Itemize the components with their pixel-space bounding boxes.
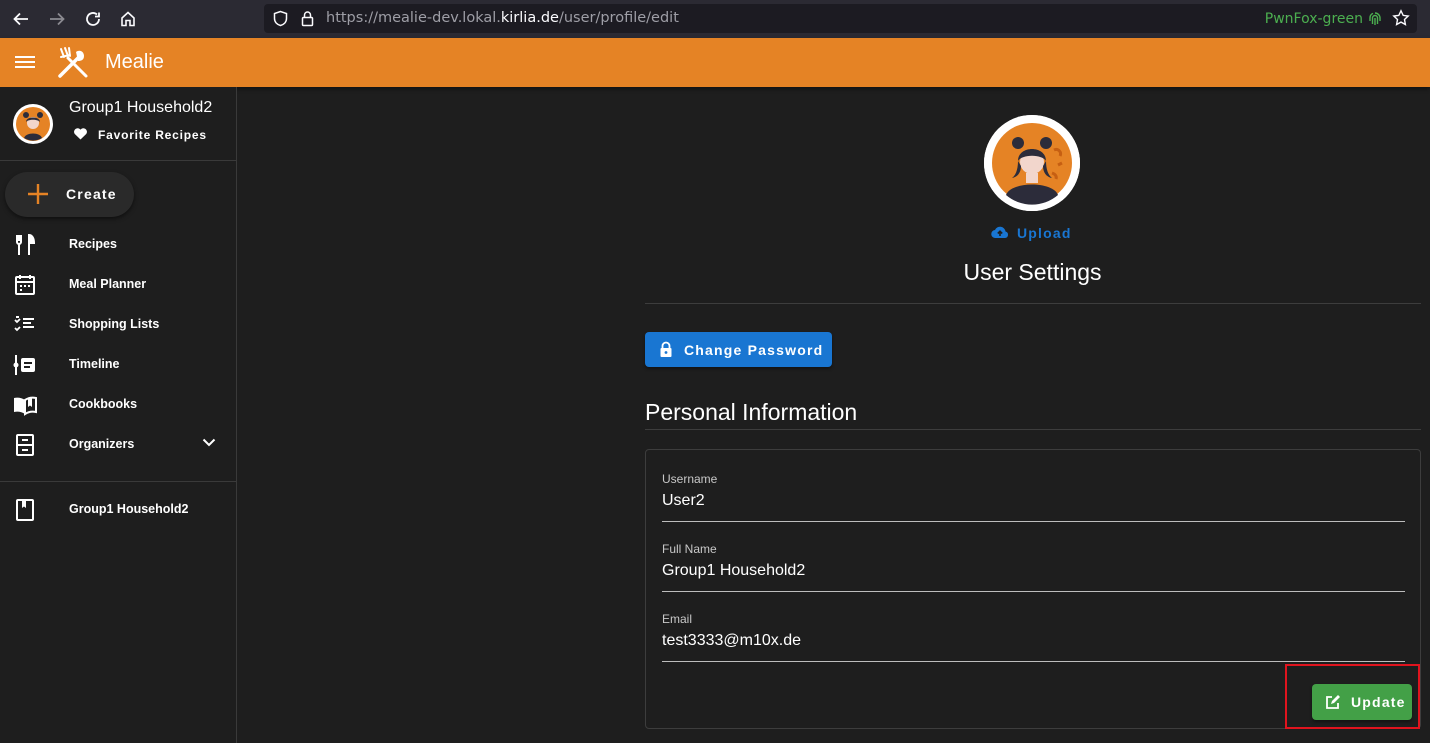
sidebar-item-shopping-lists[interactable]: Shopping Lists — [0, 305, 236, 345]
url-prefix: https://mealie-dev.lokal. — [326, 10, 501, 26]
field-label: Full Name — [662, 542, 717, 556]
app-bar: Mealie — [0, 38, 1430, 87]
sidebar-item-timeline[interactable]: Timeline — [0, 345, 236, 385]
url-text: https://mealie-dev.lokal.kirlia.de/user/… — [326, 10, 679, 26]
browser-toolbar: https://mealie-dev.lokal.kirlia.de/user/… — [0, 0, 1430, 38]
heart-icon — [74, 128, 87, 140]
field-value[interactable]: Group1 Household2 — [662, 562, 805, 580]
sidebar-item-label: Shopping Lists — [69, 317, 160, 331]
favorite-recipes-label: Favorite Recipes — [98, 128, 207, 142]
sidebar: Group1 Household2 Favorite Recipes Creat… — [0, 87, 237, 743]
back-icon[interactable] — [9, 7, 33, 31]
bookmark-book-icon — [13, 498, 37, 522]
change-password-button[interactable]: Change Password — [645, 332, 832, 367]
sidebar-item-household[interactable]: Group1 Household2 — [0, 490, 236, 530]
fingerprint-icon[interactable] — [1368, 11, 1382, 32]
upload-button[interactable]: Upload — [991, 225, 1072, 241]
checklist-icon — [13, 313, 37, 337]
sidebar-item-cookbooks[interactable]: Cookbooks — [0, 385, 236, 425]
field-value[interactable]: test3333@m10x.de — [662, 632, 801, 650]
title-divider — [645, 303, 1421, 304]
username-field[interactable]: Username User2 — [662, 472, 1405, 522]
reload-icon[interactable] — [81, 7, 105, 31]
shield-icon[interactable] — [272, 10, 289, 32]
home-icon[interactable] — [116, 7, 140, 31]
change-password-label: Change Password — [684, 342, 824, 358]
field-label: Username — [662, 472, 718, 486]
section-title: Personal Information — [645, 399, 858, 425]
sidebar-item-label: Group1 Household2 — [69, 502, 189, 516]
lock-icon — [659, 341, 673, 363]
favorite-recipes-link[interactable]: Favorite Recipes — [73, 127, 207, 142]
sidebar-user-name: Group1 Household2 — [69, 99, 213, 116]
plus-icon — [27, 183, 49, 210]
app-title[interactable]: Mealie — [105, 51, 164, 74]
book-open-icon — [13, 393, 37, 417]
timeline-icon — [13, 353, 37, 377]
sidebar-item-meal-planner[interactable]: Meal Planner — [0, 265, 236, 305]
create-label: Create — [66, 186, 117, 202]
upload-label: Upload — [1017, 225, 1072, 241]
sidebar-item-label: Organizers — [69, 437, 135, 451]
lock-icon[interactable] — [300, 10, 315, 32]
sidebar-divider — [0, 160, 236, 161]
create-button[interactable]: Create — [5, 172, 134, 217]
sidebar-item-label: Recipes — [69, 237, 117, 251]
avatar — [13, 104, 53, 149]
silverware-icon — [13, 233, 37, 257]
address-bar[interactable]: https://mealie-dev.lokal.kirlia.de/user/… — [264, 4, 1417, 33]
file-cabinet-icon — [13, 433, 37, 457]
mealie-logo-icon[interactable] — [56, 46, 90, 85]
url-domain: kirlia.de — [500, 10, 559, 26]
section-divider — [645, 429, 1421, 430]
sidebar-item-label: Cookbooks — [69, 397, 138, 411]
sidebar-item-label: Timeline — [69, 357, 120, 371]
profile-avatar — [984, 115, 1080, 211]
container-label[interactable]: PwnFox-green — [1265, 11, 1363, 27]
sidebar-item-label: Meal Planner — [69, 277, 147, 291]
highlight-box — [1285, 664, 1420, 729]
cloud-upload-icon — [991, 226, 1009, 239]
chevron-down-icon[interactable] — [200, 433, 218, 456]
url-path: /user/profile/edit — [558, 10, 679, 26]
bookmark-star-icon[interactable] — [1392, 9, 1410, 32]
sidebar-item-organizers[interactable]: Organizers — [0, 425, 236, 465]
forward-icon[interactable] — [45, 7, 69, 31]
sidebar-divider — [0, 481, 236, 482]
menu-icon[interactable] — [15, 54, 35, 75]
email-field[interactable]: Email test3333@m10x.de — [662, 612, 1405, 662]
calendar-icon — [13, 273, 37, 297]
field-value[interactable]: User2 — [662, 492, 705, 510]
page-title: User Settings — [963, 259, 1102, 285]
sidebar-item-recipes[interactable]: Recipes — [0, 225, 236, 265]
full-name-field[interactable]: Full Name Group1 Household2 — [662, 542, 1405, 592]
field-label: Email — [662, 612, 693, 626]
